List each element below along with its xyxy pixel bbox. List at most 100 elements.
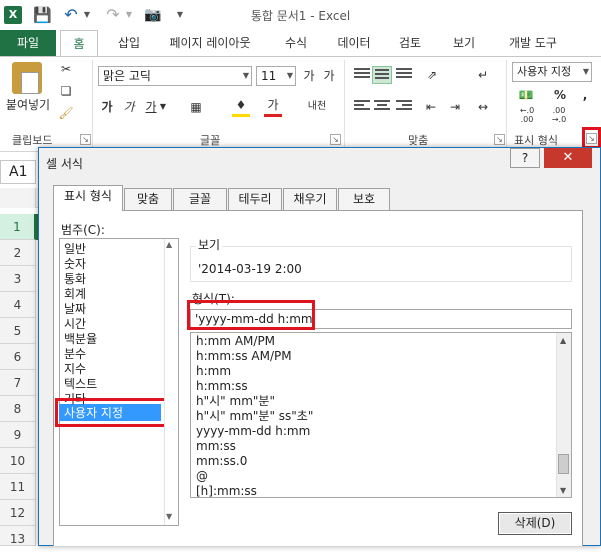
merge-center-icon[interactable]: ↔ — [472, 98, 494, 116]
format-item[interactable]: h:mm:ss — [196, 379, 546, 394]
align-center-icon[interactable] — [372, 98, 392, 116]
row-header[interactable]: 9 — [0, 422, 36, 448]
fill-color-icon[interactable]: ♦ — [232, 96, 250, 117]
row-header[interactable]: 12 — [0, 500, 36, 526]
shrink-font-icon[interactable]: 가 — [320, 67, 338, 85]
scroll-up-icon[interactable]: ▲ — [560, 336, 566, 345]
align-left-icon[interactable] — [352, 98, 372, 116]
row-header[interactable]: 11 — [0, 474, 36, 500]
alignment-launcher-icon[interactable]: ↘ — [494, 134, 505, 145]
close-button[interactable]: ✕ — [544, 148, 592, 168]
category-item[interactable]: 지수 — [64, 362, 164, 377]
format-item[interactable]: h"시" mm"분" ss"초" — [196, 409, 546, 424]
cut-icon[interactable]: ✂ — [58, 60, 74, 78]
align-top-icon[interactable] — [352, 66, 372, 84]
format-item[interactable]: @ — [196, 469, 546, 484]
percent-style-icon[interactable]: % — [552, 86, 568, 104]
tab-insert[interactable]: 삽입 — [112, 30, 146, 56]
bold-icon[interactable]: 가 — [100, 98, 114, 116]
tab-alignment[interactable]: 맞춤 — [124, 188, 172, 210]
row-header[interactable]: 4 — [0, 292, 36, 318]
increase-decimal-icon[interactable]: ←.0 .00 — [514, 106, 540, 124]
category-item[interactable]: 통화 — [64, 272, 164, 287]
category-item[interactable]: 일반 — [64, 242, 164, 257]
category-item[interactable]: 텍스트 — [64, 377, 164, 392]
name-box[interactable]: A1 — [0, 160, 36, 184]
tab-fill[interactable]: 채우기 — [283, 188, 337, 210]
format-item[interactable]: h:mm:ss AM/PM — [196, 349, 546, 364]
format-item[interactable]: h"시" mm"분" — [196, 394, 546, 409]
row-header[interactable]: 1 — [0, 214, 36, 240]
orientation-icon[interactable]: ⇗ — [420, 66, 444, 84]
row-header[interactable]: 6 — [0, 344, 36, 370]
wrap-text-icon[interactable]: ↵ — [472, 66, 494, 84]
file-tab[interactable]: 파일 — [0, 30, 56, 56]
scroll-down-icon[interactable]: ▼ — [166, 512, 172, 521]
tab-data[interactable]: 데이터 — [334, 30, 374, 56]
font-launcher-icon[interactable]: ↘ — [330, 134, 341, 145]
borders-icon[interactable]: ▦ — [188, 98, 204, 116]
comma-style-icon[interactable]: , — [578, 86, 592, 104]
category-scrollbar[interactable] — [164, 239, 178, 525]
clipboard-launcher-icon[interactable]: ↘ — [80, 134, 91, 145]
tab-developer[interactable]: 개발 도구 — [500, 30, 566, 56]
align-middle-icon[interactable] — [372, 66, 392, 84]
tab-font[interactable]: 글꼴 — [173, 188, 227, 210]
tab-page-layout[interactable]: 페이지 레이아웃 — [162, 30, 258, 56]
tab-number[interactable]: 표시 형식 — [53, 185, 123, 211]
scroll-up-icon[interactable]: ▲ — [166, 240, 172, 249]
row-header[interactable]: 8 — [0, 396, 36, 422]
row-header[interactable]: 13 — [0, 526, 36, 546]
number-format-combo[interactable]: 사용자 지정 ▼ — [512, 62, 592, 82]
tab-border[interactable]: 테두리 — [228, 188, 282, 210]
decrease-indent-icon[interactable]: ⇤ — [420, 98, 442, 116]
row-header[interactable]: 5 — [0, 318, 36, 344]
underline-dropdown-icon[interactable]: ▼ — [158, 98, 168, 116]
format-item[interactable]: h:mm AM/PM — [196, 334, 546, 349]
accounting-format-icon[interactable]: 💵 — [514, 86, 538, 104]
clipboard-group-label: 클립보드 — [12, 134, 53, 147]
paste-icon[interactable] — [12, 62, 42, 94]
select-all-button[interactable] — [0, 188, 36, 208]
scroll-thumb[interactable] — [558, 454, 569, 474]
format-item[interactable]: [h]:mm:ss — [196, 484, 546, 499]
category-item[interactable]: 날짜 — [64, 302, 164, 317]
italic-icon[interactable]: 가 — [122, 98, 136, 116]
delete-button[interactable]: 삭제(D) — [498, 512, 572, 535]
row-header[interactable]: 10 — [0, 448, 36, 474]
format-item[interactable]: yyyy-mm-dd h:mm — [196, 424, 546, 439]
format-item[interactable]: h:mm — [196, 364, 546, 379]
tab-formulas[interactable]: 수식 — [276, 30, 316, 56]
decrease-decimal-icon[interactable]: .00 →.0 — [546, 106, 572, 124]
help-button[interactable]: ? — [510, 148, 540, 168]
number-launcher-icon[interactable]: ↘ — [586, 133, 597, 144]
format-item[interactable]: mm:ss — [196, 439, 546, 454]
paste-button[interactable]: 붙여넣기 — [2, 96, 54, 114]
scroll-down-icon[interactable]: ▼ — [560, 486, 566, 495]
row-header[interactable]: 7 — [0, 370, 36, 396]
row-header[interactable]: 3 — [0, 266, 36, 292]
align-bottom-icon[interactable] — [394, 66, 414, 84]
category-item[interactable]: 회계 — [64, 287, 164, 302]
grow-font-icon[interactable]: 가 — [300, 67, 318, 85]
copy-icon[interactable]: ❏ — [58, 82, 74, 100]
increase-indent-icon[interactable]: ⇥ — [444, 98, 466, 116]
category-item[interactable]: 숫자 — [64, 257, 164, 272]
underline-icon[interactable]: 가 — [144, 98, 158, 116]
tab-review[interactable]: 검토 — [390, 30, 430, 56]
align-right-icon[interactable] — [394, 98, 414, 116]
tab-protection[interactable]: 보호 — [338, 188, 390, 210]
tab-view[interactable]: 보기 — [446, 30, 482, 56]
alignment-group-label: 맞춤 — [408, 134, 429, 147]
phonetic-guide-icon[interactable]: 내천 — [306, 98, 328, 116]
tab-home[interactable]: 홈 — [60, 30, 98, 57]
format-painter-icon[interactable]: 🖌 — [58, 104, 74, 122]
font-color-icon[interactable]: 가 — [264, 96, 282, 117]
font-name-combo[interactable]: 맑은 고딕 ▼ — [98, 66, 252, 86]
category-item[interactable]: 분수 — [64, 347, 164, 362]
category-item[interactable]: 백분율 — [64, 332, 164, 347]
format-item[interactable]: mm:ss.0 — [196, 454, 546, 469]
row-header[interactable]: 2 — [0, 240, 36, 266]
font-size-combo[interactable]: 11 ▼ — [256, 66, 296, 86]
category-item[interactable]: 시간 — [64, 317, 164, 332]
